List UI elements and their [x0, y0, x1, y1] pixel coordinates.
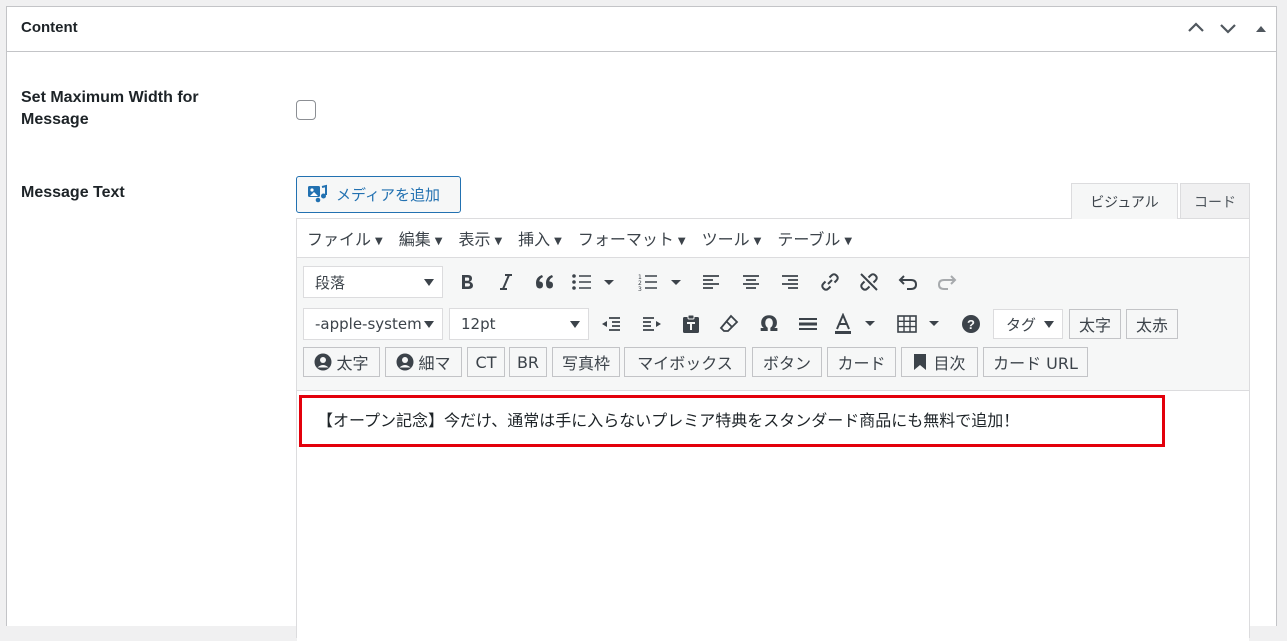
ct-button[interactable]: CT	[467, 347, 505, 377]
tinymce-editor: ファイル ▼ 編集 ▼ 表示 ▼ 挿入 ▼ フォーマット ▼ ツール ▼ テーブル ▼ 段落	[296, 218, 1250, 641]
table-icon[interactable]	[897, 310, 941, 338]
unlink-icon[interactable]	[855, 268, 883, 296]
max-width-label: Set Maximum Width for Message	[21, 89, 199, 128]
card-button[interactable]: カード	[827, 347, 896, 377]
bold-jp-button[interactable]: 太字	[1069, 309, 1121, 339]
menu-view[interactable]: 表示 ▼	[458, 226, 502, 250]
text-color-icon[interactable]	[833, 310, 877, 338]
br-button[interactable]: BR	[509, 347, 547, 377]
tag-select[interactable]: タグ	[993, 309, 1063, 339]
menu-tools[interactable]: ツール ▼	[702, 226, 762, 250]
panel-title: Content	[21, 19, 78, 36]
align-center-icon[interactable]	[737, 268, 765, 296]
menu-table[interactable]: テーブル ▼	[777, 226, 852, 250]
help-icon[interactable]: ?	[957, 310, 985, 338]
font-size-select[interactable]: 12pt	[449, 308, 589, 340]
editor-menubar: ファイル ▼ 編集 ▼ 表示 ▼ 挿入 ▼ フォーマット ▼ ツール ▼ テーブル ▼	[297, 219, 1249, 257]
omega-icon[interactable]: Ω	[755, 310, 783, 338]
svg-text:3: 3	[638, 286, 642, 291]
max-width-checkbox[interactable]	[296, 100, 316, 120]
menu-file[interactable]: ファイル ▼	[307, 226, 383, 250]
user-circle-icon	[396, 353, 414, 371]
card-url-button[interactable]: カード URL	[983, 347, 1088, 377]
svg-text:?: ?	[967, 317, 975, 332]
avatar-thin-button[interactable]: 細マ	[385, 347, 462, 377]
chevron-down-icon[interactable]	[1217, 17, 1239, 39]
chevron-up-icon[interactable]	[1185, 17, 1207, 39]
user-circle-icon	[314, 353, 332, 371]
paste-text-icon[interactable]	[677, 310, 705, 338]
redo-icon[interactable]	[933, 268, 961, 296]
editor-content-area[interactable]: 【オープン記念】今だけ、通常は手に入らないプレミア特典をスタンダード商品にも無料…	[297, 391, 1249, 641]
menu-insert[interactable]: 挿入 ▼	[518, 226, 562, 250]
outdent-icon[interactable]	[597, 310, 625, 338]
italic-icon[interactable]	[492, 268, 520, 296]
photo-frame-button[interactable]: 写真枠	[552, 347, 620, 377]
align-left-icon[interactable]	[697, 268, 725, 296]
button-button[interactable]: ボタン	[752, 347, 822, 377]
content-panel: Content Set Maximum Width for Message Me…	[6, 6, 1277, 641]
bold-red-button[interactable]: 太赤	[1126, 309, 1178, 339]
link-icon[interactable]	[816, 268, 844, 296]
align-right-icon[interactable]	[776, 268, 804, 296]
menu-edit[interactable]: 編集 ▼	[399, 226, 443, 250]
undo-icon[interactable]	[894, 268, 922, 296]
blockquote-icon[interactable]	[531, 268, 559, 296]
indent-icon[interactable]	[638, 310, 666, 338]
editor-content-text[interactable]: 【オープン記念】今だけ、通常は手に入らないプレミア特典をスタンダード商品にも無料…	[317, 407, 1019, 431]
bold-icon[interactable]	[453, 268, 481, 296]
editor-toolbar: 段落 123 -apple-system 12pt Ω ? タグ 太字 太赤 太…	[297, 257, 1249, 391]
media-icon	[307, 183, 329, 207]
clear-formatting-icon[interactable]	[715, 310, 743, 338]
menu-format[interactable]: フォーマット ▼	[578, 226, 686, 250]
bookmark-icon	[913, 353, 927, 371]
bullet-list-icon[interactable]	[571, 268, 615, 296]
paragraph-format-select[interactable]: 段落	[303, 266, 443, 298]
panel-header: Content	[7, 7, 1276, 52]
tab-code[interactable]: コード	[1180, 183, 1250, 219]
font-family-select[interactable]: -apple-system	[303, 308, 443, 340]
tab-visual[interactable]: ビジュアル	[1071, 183, 1178, 219]
horizontal-line-icon[interactable]	[794, 310, 822, 338]
toc-button[interactable]: 目次	[901, 347, 978, 377]
triangle-up-icon[interactable]	[1250, 17, 1272, 39]
add-media-label: メディアを追加	[336, 186, 440, 204]
message-text-label: Message Text	[21, 184, 125, 201]
avatar-bold-button[interactable]: 太字	[303, 347, 380, 377]
add-media-button[interactable]: メディアを追加	[296, 176, 461, 213]
my-box-button[interactable]: マイボックス	[624, 347, 746, 377]
numbered-list-icon[interactable]: 123	[638, 268, 682, 296]
